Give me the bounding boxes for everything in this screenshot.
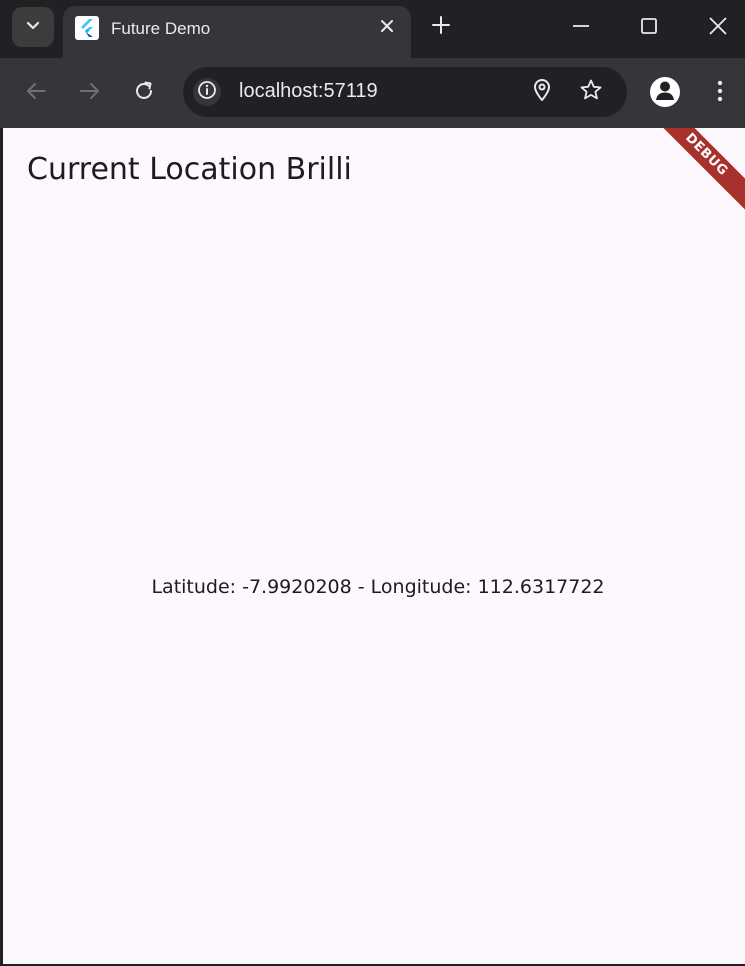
location-permission-button[interactable] xyxy=(529,78,555,107)
maximize-icon xyxy=(640,17,658,40)
page-title: Current Location Brilli xyxy=(27,152,352,187)
minimize-button[interactable] xyxy=(567,14,595,42)
profile-button[interactable] xyxy=(650,77,680,107)
forward-button[interactable] xyxy=(75,78,105,108)
close-icon xyxy=(709,16,727,40)
reload-icon xyxy=(133,80,155,107)
tab-title: Future Demo xyxy=(111,19,211,38)
site-info-button[interactable] xyxy=(193,78,221,106)
flutter-logo-icon xyxy=(75,16,99,40)
back-arrow-icon xyxy=(25,80,47,107)
tab-future-demo[interactable]: Future Demo xyxy=(63,6,411,58)
tab-search-button[interactable] xyxy=(12,7,54,47)
profile-icon xyxy=(650,77,680,107)
new-tab-button[interactable] xyxy=(427,13,455,41)
close-icon xyxy=(380,19,394,38)
url-text: localhost:57119 xyxy=(239,80,378,102)
info-icon xyxy=(197,80,217,105)
browser-menu-button[interactable] xyxy=(706,78,734,108)
bookmark-button[interactable] xyxy=(578,79,604,105)
plus-icon xyxy=(431,15,451,40)
close-window-button[interactable] xyxy=(704,14,732,42)
browser-window: Future Demo localhost:57119 Current Loca… xyxy=(0,0,745,966)
page-viewport: Current Location Brilli Latitude: -7.992… xyxy=(3,128,745,964)
tab-strip: Future Demo xyxy=(0,0,745,58)
location-coordinates-text: Latitude: -7.9920208 - Longitude: 112.63… xyxy=(151,576,605,598)
forward-arrow-icon xyxy=(79,80,101,107)
debug-banner: DEBUG xyxy=(645,128,745,216)
chevron-down-icon xyxy=(26,18,40,36)
tab-close-button[interactable] xyxy=(375,16,399,40)
address-bar[interactable]: localhost:57119 xyxy=(183,67,627,117)
star-icon xyxy=(579,78,603,107)
maximize-button[interactable] xyxy=(635,14,663,42)
reload-button[interactable] xyxy=(129,78,159,108)
kebab-menu-icon xyxy=(717,79,723,108)
minimize-icon xyxy=(572,17,590,40)
browser-toolbar: localhost:57119 xyxy=(0,58,745,128)
location-pin-icon xyxy=(532,78,552,107)
back-button[interactable] xyxy=(21,78,51,108)
